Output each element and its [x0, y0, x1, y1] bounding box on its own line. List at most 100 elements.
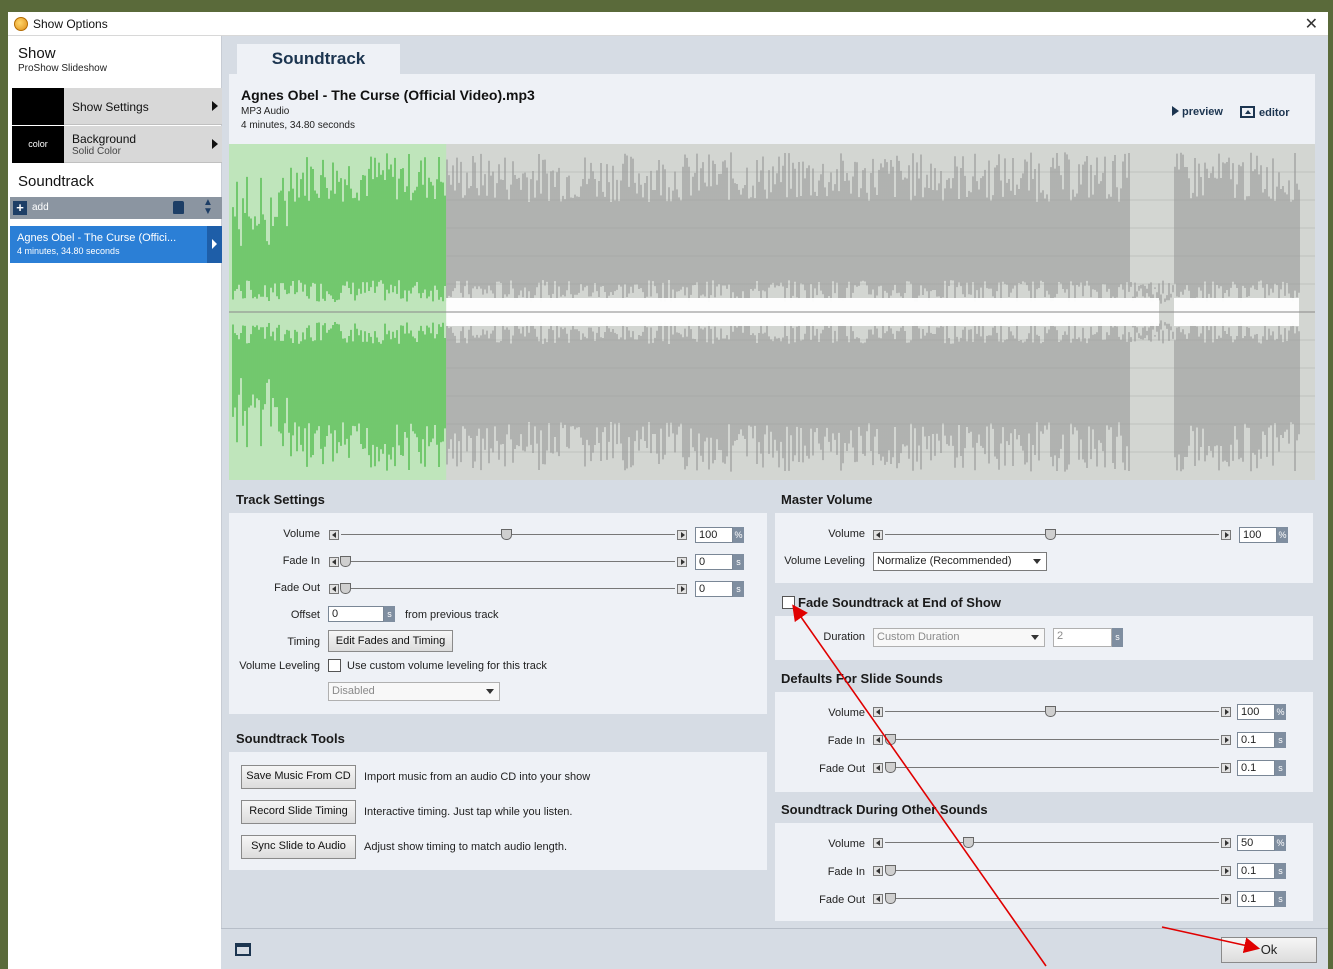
slider-thumb[interactable]: [885, 734, 896, 745]
window-mode-icon[interactable]: [235, 943, 251, 956]
slider-thumb[interactable]: [963, 837, 974, 848]
fade-duration-dropdown[interactable]: Custom Duration: [873, 628, 1045, 647]
slide-fade-out-slider[interactable]: [873, 762, 1231, 773]
increase-icon[interactable]: [677, 530, 687, 540]
increase-icon[interactable]: [1221, 838, 1231, 848]
increase-icon[interactable]: [1221, 735, 1231, 745]
waveform-display[interactable]: [229, 144, 1315, 480]
soundtrack-list-item[interactable]: Agnes Obel - The Curse (Offici... 4 minu…: [10, 226, 222, 263]
decrease-icon[interactable]: [329, 530, 339, 540]
increase-icon[interactable]: [677, 557, 687, 567]
other-fade-out-input[interactable]: 0.1: [1237, 891, 1275, 907]
slide-fade-in-slider[interactable]: [873, 734, 1231, 745]
chevron-right-icon: [212, 139, 218, 149]
master-volume-slider[interactable]: [873, 529, 1231, 540]
decrease-icon[interactable]: [329, 584, 339, 594]
slider-thumb[interactable]: [501, 529, 512, 540]
leveling-dropdown[interactable]: Disabled: [328, 682, 500, 701]
slider-thumb[interactable]: [885, 762, 896, 773]
window-title: Show Options: [33, 17, 108, 31]
track-volume-input[interactable]: 100: [695, 527, 733, 543]
increase-icon[interactable]: [1221, 707, 1231, 717]
preview-button[interactable]: preview: [1172, 106, 1223, 118]
increase-icon[interactable]: [1221, 530, 1231, 540]
slider-thumb[interactable]: [340, 556, 351, 567]
offset-label: Offset: [290, 609, 320, 621]
other-volume-input[interactable]: 50: [1237, 835, 1275, 851]
show-settings-thumbnail: [12, 88, 64, 125]
close-icon[interactable]: ✕: [1305, 14, 1318, 34]
increase-icon[interactable]: [1221, 866, 1231, 876]
slide-volume-input[interactable]: 100: [1237, 704, 1275, 720]
slider-track: [341, 588, 675, 589]
slide-fade-in-input[interactable]: 0.1: [1237, 732, 1275, 748]
slider-thumb[interactable]: [340, 583, 351, 594]
track-fade-in-input[interactable]: 0: [695, 554, 733, 570]
other-volume-slider[interactable]: [873, 837, 1231, 848]
chevron-right-icon: [212, 101, 218, 111]
save-music-from-cd-button[interactable]: Save Music From CD: [241, 765, 356, 789]
slide-fade-out-input[interactable]: 0.1: [1237, 760, 1275, 776]
fade-duration-input[interactable]: 2: [1053, 628, 1112, 647]
slider-track: [885, 842, 1219, 843]
track-fade-in-slider[interactable]: [329, 556, 687, 567]
track-fade-out-input[interactable]: 0: [695, 581, 733, 597]
increase-icon[interactable]: [677, 584, 687, 594]
decrease-icon[interactable]: [873, 838, 883, 848]
master-volume-input[interactable]: 100: [1239, 527, 1277, 543]
add-track-button[interactable]: add: [32, 202, 49, 213]
track-settings-panel: Volume 100 % Fade In 0 s Fade Out 0 s Of…: [229, 513, 767, 714]
track-expand-handle[interactable]: [207, 226, 222, 263]
show-options-window: Show ProShow Slideshow Show Settings col…: [8, 36, 1328, 969]
seconds-unit: s: [1275, 760, 1286, 776]
chevron-down-icon: [486, 689, 494, 694]
percent-unit: %: [1275, 835, 1286, 851]
master-volume-panel: Volume 100 % Volume Leveling Normalize (…: [775, 513, 1313, 583]
other-fade-out-slider[interactable]: [873, 893, 1231, 904]
fade-soundtrack-checkbox[interactable]: [782, 596, 795, 609]
slider-thumb[interactable]: [1045, 706, 1056, 717]
slider-track: [885, 898, 1219, 899]
slider-thumb[interactable]: [1045, 529, 1056, 540]
track-fade-out-label: Fade Out: [274, 582, 320, 594]
slider-thumb[interactable]: [885, 893, 896, 904]
increase-icon[interactable]: [1221, 763, 1231, 773]
add-icon[interactable]: +: [13, 201, 27, 215]
slide-volume-slider[interactable]: [873, 706, 1231, 717]
master-leveling-dropdown[interactable]: Normalize (Recommended): [873, 552, 1047, 571]
decrease-icon[interactable]: [873, 707, 883, 717]
decrease-icon[interactable]: [873, 735, 883, 745]
decrease-icon[interactable]: [873, 763, 883, 773]
track-volume-slider[interactable]: [329, 529, 687, 540]
slider-thumb[interactable]: [885, 865, 896, 876]
trash-icon[interactable]: [173, 201, 184, 214]
decrease-icon[interactable]: [329, 557, 339, 567]
other-volume-label: Volume: [828, 838, 865, 850]
seconds-unit: s: [1275, 863, 1286, 879]
track-fade-out-slider[interactable]: [329, 583, 687, 594]
offset-input[interactable]: 0: [328, 606, 384, 622]
custom-leveling-checkbox[interactable]: [328, 659, 341, 672]
slider-track: [885, 870, 1219, 871]
other-fade-in-input[interactable]: 0.1: [1237, 863, 1275, 879]
sidebar-item-show-settings[interactable]: Show Settings: [12, 88, 222, 125]
decrease-icon[interactable]: [873, 894, 883, 904]
reorder-icon[interactable]: ▲ ▼: [203, 198, 213, 217]
decrease-icon[interactable]: [873, 530, 883, 540]
tab-soundtrack[interactable]: Soundtrack: [237, 44, 400, 74]
edit-fades-timing-button[interactable]: Edit Fades and Timing: [328, 630, 453, 652]
record-slide-timing-button[interactable]: Record Slide Timing: [241, 800, 356, 824]
track-header: Agnes Obel - The Curse (Official Video).…: [229, 74, 1315, 144]
slider-track: [885, 767, 1219, 768]
editor-button[interactable]: editor: [1240, 106, 1290, 119]
sync-slide-to-audio-button[interactable]: Sync Slide to Audio: [241, 835, 356, 859]
sidebar-item-label: Background: [72, 132, 137, 146]
decrease-icon[interactable]: [873, 866, 883, 876]
other-fade-in-slider[interactable]: [873, 865, 1231, 876]
increase-icon[interactable]: [1221, 894, 1231, 904]
ok-button[interactable]: Ok: [1221, 937, 1317, 963]
slide-sounds-title: Defaults For Slide Sounds: [781, 671, 943, 686]
waveform-svg[interactable]: [229, 144, 1315, 480]
sidebar-item-sublabel: Solid Color: [72, 146, 121, 157]
sidebar-item-background[interactable]: color Background Solid Color: [12, 126, 222, 163]
